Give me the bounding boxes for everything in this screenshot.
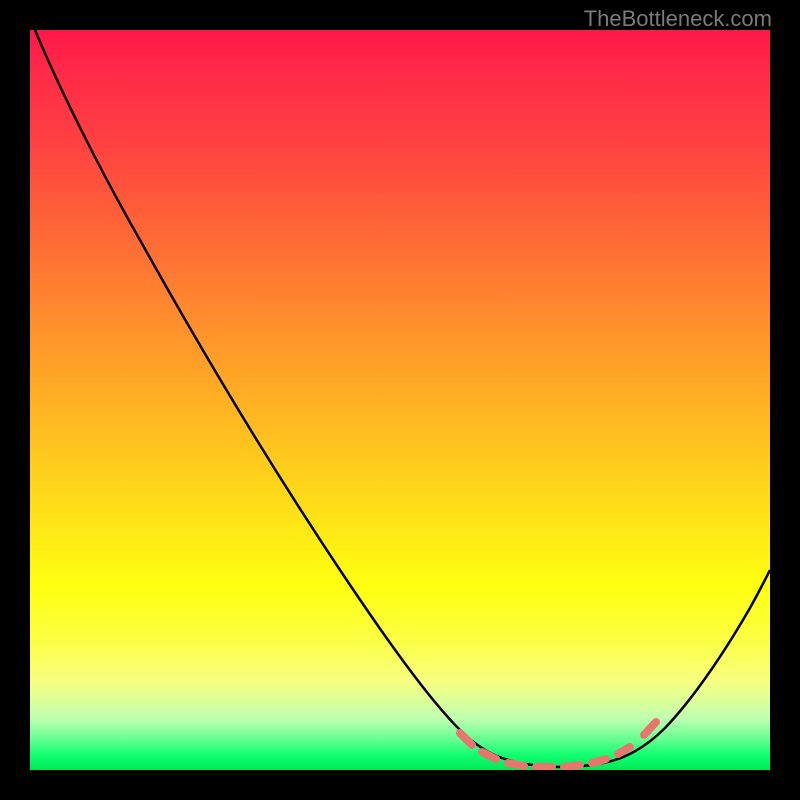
curve-layer [30, 30, 770, 770]
watermark-text: TheBottleneck.com [584, 6, 772, 32]
chart-container: TheBottleneck.com [0, 0, 800, 800]
bottleneck-curve-line [35, 30, 770, 767]
plot-area [30, 30, 770, 770]
optimal-range-markers [460, 722, 656, 767]
